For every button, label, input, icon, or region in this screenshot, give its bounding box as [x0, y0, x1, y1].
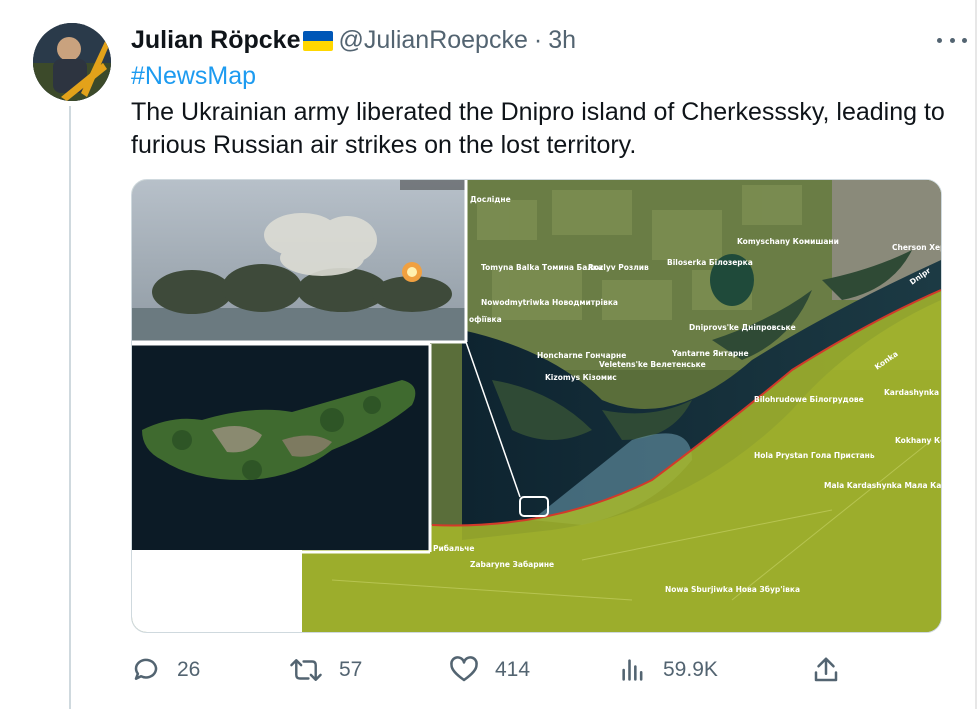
tweet-text-line-2: furious Russian air strikes on the lost … [131, 131, 637, 159]
map-label-veletenske: Veletens'ke Велетенське [599, 360, 706, 369]
map-label-kardashynka: Kardashynka Кардаш [884, 388, 941, 397]
reply-button[interactable]: 26 [131, 650, 200, 690]
tweet-text-line-1: The Ukrainian army liberated the Dnipro … [131, 98, 945, 126]
airstrike-photo [132, 180, 466, 342]
reply-count: 26 [177, 658, 201, 681]
tweet-text: The Ukrainian army liberated the Dnipro … [131, 96, 977, 162]
map-label-nowa-sburjiwka: Nowa Sburjiwka Нова Збур'івка [665, 585, 800, 594]
share-icon [814, 657, 838, 682]
map-label-yantarne: Yantarne Янтарне [671, 349, 749, 358]
map-label-kizomys: Kizomys Кізомис [545, 373, 617, 382]
views-count: 59.9K [663, 658, 718, 681]
ukraine-flag-icon [302, 31, 333, 51]
map-label-mala-kardashynka: Mala Kardashynka Мала Кардашинка [824, 481, 941, 490]
heart-icon [450, 656, 478, 682]
retweet-icon [290, 659, 322, 681]
map-label-tomyna: Tomyna Balka Томина Балка [481, 263, 603, 272]
more-options-icon[interactable] [937, 30, 967, 50]
map-label-zabaryne: Zabaryne Забарине [470, 560, 554, 569]
map-label-hola-prystan: Hola Prystan Гола Пристань [754, 451, 875, 460]
separator: · [533, 25, 543, 54]
like-button[interactable]: 414 [449, 650, 530, 690]
map-label-komyschany: Komyschany Комишани [737, 237, 839, 246]
author-name[interactable]: Julian Röpcke [131, 26, 301, 55]
timestamp[interactable]: 3h [548, 26, 576, 55]
map-label-bilohrudowe: Bilohrudowe Білогрудове [754, 395, 864, 404]
map-label-honcharne: Honcharne Гончарне [537, 351, 626, 360]
map-label-sofiivka: офіївка [469, 315, 502, 324]
retweet-count: 57 [339, 658, 363, 681]
hashtag-link[interactable]: #NewsMap [131, 62, 256, 91]
map-label-rozliv: Rozlyv Розлив [588, 263, 649, 272]
map-label-biloserka: Biloserka Білозерка [667, 258, 753, 267]
map-label-doslidne: Дослідне [470, 195, 511, 204]
thread-line [69, 106, 71, 709]
map-label-dniprovske: Dniprovs'ke Дніпровське [689, 323, 796, 332]
views-button[interactable]: 59.9K [619, 650, 718, 690]
reply-icon [134, 658, 158, 680]
retweet-button[interactable]: 57 [289, 650, 362, 690]
avatar[interactable] [33, 23, 111, 101]
tweet-actions: 26 57 414 59.9K [131, 650, 851, 690]
like-count: 414 [495, 658, 531, 681]
map-label-rybalche: Рибальче [433, 544, 475, 553]
tweet-media[interactable]: Дослідне Komyschany Комишани Cherson Хер… [131, 179, 942, 633]
views-chart-icon [622, 659, 643, 681]
author-handle[interactable]: @JulianRoepcke [339, 26, 528, 55]
map-label-cherson: Cherson Херсон [892, 243, 941, 252]
map-label-nowodmytriwka: Nowodmytriwka Новодмитрівка [481, 298, 618, 307]
tweet-header: Julian Röpcke @JulianRoepcke · 3h [131, 24, 576, 56]
share-button[interactable] [811, 650, 857, 690]
map-label-kokhany: Kokhany Кохани [895, 436, 941, 445]
island-satellite-photo [132, 344, 430, 550]
